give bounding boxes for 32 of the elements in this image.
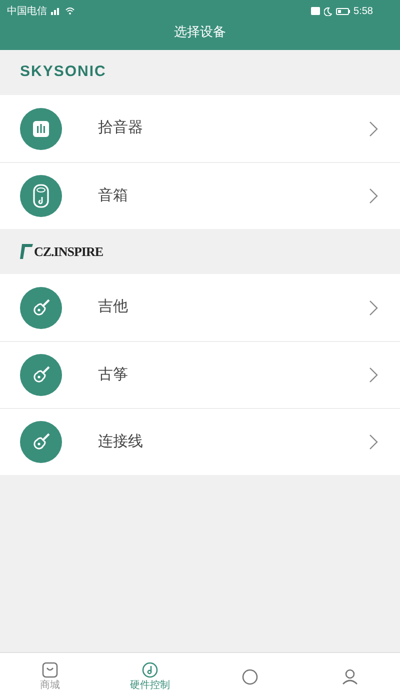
clock-text: 5:58 <box>354 4 373 18</box>
signal-icon <box>51 7 61 15</box>
brand-logo: SKYSONIC <box>20 62 106 82</box>
device-label: 吉他 <box>98 297 129 318</box>
chevron-right-icon <box>369 434 378 450</box>
logo-mark-icon <box>20 244 33 259</box>
moon-icon <box>324 6 332 16</box>
pickup-icon <box>32 120 50 138</box>
chevron-right-icon <box>369 120 378 136</box>
chevron-right-icon <box>369 188 378 204</box>
music-note-icon <box>142 662 158 678</box>
carrier-text: 中国电信 <box>7 4 47 18</box>
device-label: 拾音器 <box>98 118 144 138</box>
device-row[interactable]: 连接线 <box>0 408 400 475</box>
device-row[interactable]: 拾音器 <box>0 95 400 162</box>
wifi-icon <box>65 7 75 15</box>
device-label: 古筝 <box>98 364 129 385</box>
circle-icon <box>242 668 258 684</box>
person-icon <box>342 668 358 684</box>
speaker-icon <box>33 184 49 208</box>
tab-bar-item[interactable]: 硬件控制 <box>100 653 200 700</box>
chevron-right-icon <box>369 300 378 316</box>
brand-logo: CZ.INSPIRE <box>34 242 104 261</box>
device-label: 连接线 <box>98 432 144 452</box>
device-row[interactable]: 音箱 <box>0 162 400 229</box>
device-label: 音箱 <box>98 186 129 206</box>
battery-icon <box>336 8 350 14</box>
device-row[interactable]: 吉他 <box>0 274 400 341</box>
page-title: 选择设备 <box>174 23 226 41</box>
shopping-bag-icon <box>42 662 58 678</box>
chevron-right-icon <box>369 367 378 383</box>
device-row[interactable]: 古筝 <box>0 341 400 408</box>
